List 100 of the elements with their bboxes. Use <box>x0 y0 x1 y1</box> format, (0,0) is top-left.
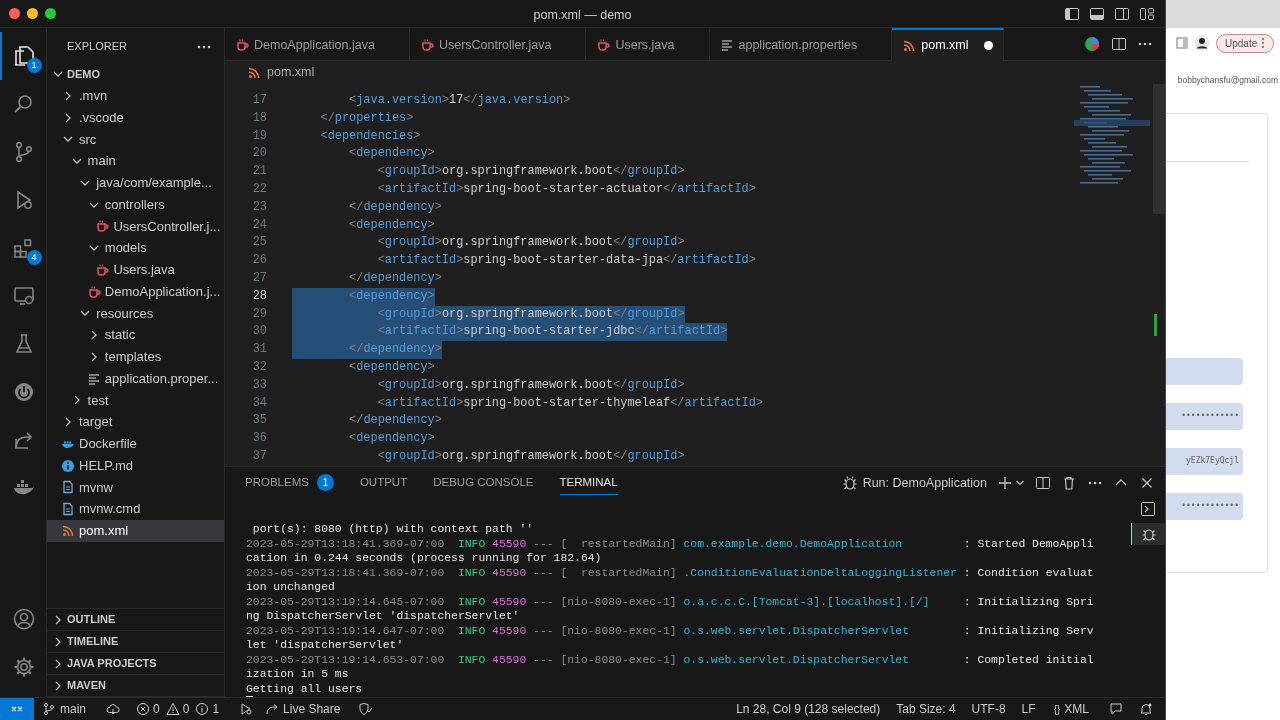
log-message: : Initializing Serv <box>963 623 1094 638</box>
tree-item[interactable]: test <box>47 389 224 412</box>
log-timestamp: 2023-05-29T13:18:41.369-07:00 <box>246 536 445 551</box>
line-number: 24 <box>251 216 267 234</box>
tab-size-button[interactable]: Tab Size: 4 <box>890 700 962 718</box>
terminal-line: cation in 0.244 seconds (process running for 182.64) <box>246 551 602 566</box>
logger-name: o.s.web.servlet.DispatcherServlet <box>683 652 911 667</box>
tree-item[interactable]: static <box>47 324 224 346</box>
tree-item[interactable]: java/com/example... <box>47 172 224 194</box>
line-number: 32 <box>251 358 267 376</box>
line-number: 21 <box>251 163 267 181</box>
code-line: <dependency> <box>348 216 435 234</box>
update-button[interactable]: Update <box>1216 33 1275 53</box>
input-field[interactable]: yEZk7EyQcjl <box>1166 447 1243 475</box>
tree-item[interactable]: .vscode <box>47 106 224 129</box>
log-separator: --- <box>533 536 554 551</box>
logger-name: o.a.c.c.C.[Tomcat-3].[localhost].[/] <box>683 594 931 609</box>
panel-tab[interactable]: DEBUG CONSOLE <box>433 471 534 495</box>
tree-item[interactable]: target <box>47 411 224 433</box>
tree-item[interactable]: mvnw <box>47 476 224 499</box>
code-line: <artifactId>spring-boot-starter-data-jpa</artifactId> <box>376 252 756 270</box>
language-button[interactable]: {} XML <box>1047 700 1095 718</box>
input-field[interactable]: •••••••••••• <box>1166 402 1243 430</box>
editor-tab[interactable]: pom.xml <box>892 28 1004 61</box>
tree-item[interactable]: resources <box>47 302 224 325</box>
log-level: INFO <box>457 623 486 638</box>
encoding-button[interactable]: UTF-8 <box>965 700 1012 718</box>
code-line: </dependency> <box>348 198 442 216</box>
log-level: INFO <box>457 652 486 667</box>
log-message: : Condition evaluat <box>963 565 1094 580</box>
terminal-selector[interactable]: Run: DemoApplication <box>841 473 987 493</box>
input-field[interactable]: •••••••••••• <box>1166 492 1243 520</box>
code-line: <artifactId>spring-boot-starter-thymeleaf</artifactId> <box>376 394 763 412</box>
tree-item[interactable]: application.proper... <box>47 367 224 390</box>
problems-button[interactable]: 0 0 1 <box>130 700 226 718</box>
process-id: 45590 <box>492 652 527 667</box>
tree-item[interactable]: DemoApplication.j... <box>47 280 224 303</box>
tree-item[interactable]: UsersController.j... <box>47 215 224 238</box>
panel-tab[interactable]: TERMINAL <box>559 471 618 495</box>
tree-item[interactable]: .mvn <box>47 85 224 107</box>
live-share-button[interactable]: Live Share <box>259 700 347 718</box>
code-line: <groupId>org.springframework.boot</groupId> <box>376 163 685 181</box>
terminal-line: let 'dispatcherServlet' <box>246 638 404 653</box>
code-line: <dependency> <box>348 430 435 448</box>
branch-button[interactable]: main <box>36 700 92 718</box>
log-timestamp: 2023-05-29T13:18:41.369-07:00 <box>246 565 445 580</box>
code-line: </dependency> <box>348 412 442 430</box>
thread-name: [nio-8080-exec-1] <box>560 623 677 638</box>
breadcrumb-item[interactable]: pom.xml <box>267 63 315 82</box>
tree-item[interactable]: pom.xml <box>47 520 224 542</box>
line-ending-button[interactable]: LF <box>1015 700 1042 718</box>
logger-name: .ConditionEvaluationDeltaLoggingListener <box>683 565 958 580</box>
thread-name: [nio-8080-exec-1] <box>560 652 677 667</box>
tree-section-header[interactable]: DEMO <box>47 63 224 85</box>
tree-item[interactable]: src <box>47 128 224 151</box>
line-number: 33 <box>251 376 267 394</box>
editor-tab[interactable]: DemoApplication.java <box>225 28 410 60</box>
tree-item[interactable]: Users.java <box>47 259 224 281</box>
logger-name: com.example.demo.DemoApplication <box>683 536 904 551</box>
language-label: XML <box>1064 701 1089 718</box>
terminal-line: Getting all users <box>246 681 363 696</box>
tree-item[interactable]: models <box>47 237 224 259</box>
info-count: 1 <box>212 701 220 718</box>
tree-item[interactable]: templates <box>47 346 224 368</box>
log-message: : Initializing Spri <box>963 594 1094 609</box>
tree-section-header[interactable]: JAVA PROJECTS <box>47 653 224 675</box>
terminal-line: port(s): 8080 (http) with context path '' <box>251 522 534 537</box>
line-number: 36 <box>251 430 267 448</box>
line-number: 30 <box>251 323 267 341</box>
panel-tab[interactable]: OUTPUT <box>359 471 408 495</box>
process-id: 45590 <box>492 623 527 638</box>
line-number: 20 <box>251 145 267 163</box>
tree-section-header[interactable]: TIMELINE <box>47 631 224 653</box>
tree-item[interactable]: HELP.md <box>47 454 224 477</box>
tree-section-header[interactable]: OUTLINE <box>47 609 224 631</box>
editor-tab[interactable]: Users.java <box>586 28 710 60</box>
window-title: pom.xml — demo <box>533 7 632 24</box>
code-line: <groupId>org.springframework.boot</groupId> <box>376 234 685 252</box>
log-level: INFO <box>457 536 486 551</box>
log-separator: --- <box>533 623 554 638</box>
tree-item[interactable]: Dockerfile <box>47 433 224 455</box>
tree-item[interactable]: mvnw.cmd <box>47 498 224 520</box>
tree-item[interactable]: main <box>47 150 224 172</box>
code-line: <java.version>17</java.version> <box>348 92 571 109</box>
editor-tab[interactable]: UsersController.java <box>409 28 587 60</box>
line-number: 28 <box>251 287 267 305</box>
log-message: : Completed initial <box>963 652 1094 667</box>
count-badge: 1 <box>316 474 334 491</box>
tree-item[interactable]: controllers <box>47 193 224 216</box>
line-number: 27 <box>251 269 267 287</box>
process-id: 45590 <box>492 536 527 551</box>
code-line: <groupId>org.springframework.boot</groupId> <box>376 376 685 394</box>
count-badge: 4 <box>26 250 42 265</box>
cursor-position-button[interactable]: Ln 28, Col 9 (128 selected) <box>730 700 887 718</box>
line-number: 22 <box>251 180 267 198</box>
log-separator: --- <box>533 652 554 667</box>
log-level: INFO <box>457 565 486 580</box>
line-number: 23 <box>251 198 267 216</box>
line-number: 31 <box>251 341 267 359</box>
panel-tab[interactable]: PROBLEMS 1 <box>245 471 334 495</box>
